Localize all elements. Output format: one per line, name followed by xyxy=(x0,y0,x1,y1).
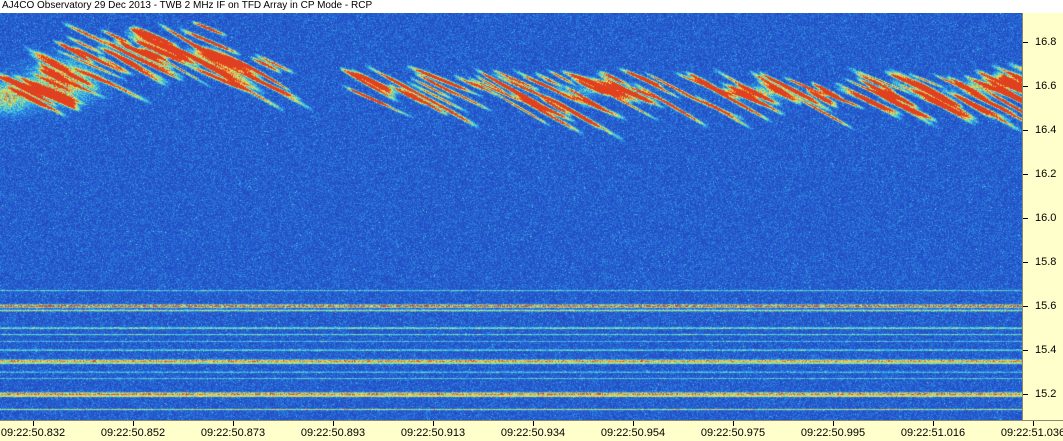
y-tick-mark xyxy=(1023,173,1028,175)
x-tick-mark xyxy=(33,421,34,426)
plot-area xyxy=(0,13,1022,420)
x-tick-mark xyxy=(733,421,734,426)
x-tick-label: 09:22:50.913 xyxy=(400,427,466,439)
y-tick-mark xyxy=(1023,217,1028,219)
y-axis: 15.2 15.4 15.6 15.8 16.0 16.2 16.4 16.6 16.8 xyxy=(1022,13,1063,420)
y-tick-label: 16.6 xyxy=(1035,79,1057,92)
y-tick-label: 16.4 xyxy=(1035,123,1057,136)
y-tick-label: 15.6 xyxy=(1035,299,1057,312)
x-tick-mark xyxy=(833,421,834,426)
x-tick-mark xyxy=(533,421,534,426)
x-tick-label: 09:22:50.893 xyxy=(300,427,366,439)
y-tick-mark xyxy=(1023,261,1028,263)
x-tick-mark xyxy=(933,421,934,426)
x-tick-mark xyxy=(233,421,234,426)
x-tick-mark xyxy=(333,421,334,426)
y-tick-label: 16.8 xyxy=(1035,35,1057,48)
x-tick-label: 09:22:51.036 xyxy=(1000,427,1063,439)
x-tick-label: 09:22:50.954 xyxy=(600,427,666,439)
y-tick-label: 16.2 xyxy=(1035,167,1057,180)
chart-title: AJ4CO Observatory 29 Dec 2013 - TWB 2 MH… xyxy=(2,0,373,11)
x-axis: 09:22:50.832 09:22:50.852 09:22:50.873 09:2… xyxy=(0,420,1063,441)
x-tick-label: 09:22:50.873 xyxy=(200,427,266,439)
x-tick-label: 09:22:50.975 xyxy=(700,427,766,439)
title-bar: AJ4CO Observatory 29 Dec 2013 - TWB 2 MH… xyxy=(0,0,1063,13)
x-tick-label: 09:22:50.832 xyxy=(0,427,66,439)
y-tick-label: 15.4 xyxy=(1035,343,1057,356)
x-tick-label: 09:22:50.852 xyxy=(100,427,166,439)
x-tick-mark xyxy=(633,421,634,426)
x-tick-label: 09:22:50.995 xyxy=(800,427,866,439)
y-tick-mark xyxy=(1023,85,1028,87)
y-tick-label: 15.2 xyxy=(1035,387,1057,400)
x-tick-mark xyxy=(1033,421,1034,426)
x-tick-label: 09:22:50.934 xyxy=(500,427,566,439)
y-tick-mark xyxy=(1023,129,1028,131)
y-tick-mark xyxy=(1023,41,1028,43)
x-tick-mark xyxy=(433,421,434,426)
y-tick-mark xyxy=(1023,305,1028,307)
x-tick-label: 09:22:51.016 xyxy=(900,427,966,439)
spectrogram-heatmap xyxy=(0,13,1022,420)
x-tick-mark xyxy=(133,421,134,426)
y-tick-label: 15.8 xyxy=(1035,255,1057,268)
y-tick-mark xyxy=(1023,393,1028,395)
y-tick-mark xyxy=(1023,349,1028,351)
y-tick-label: 16.0 xyxy=(1035,211,1057,224)
